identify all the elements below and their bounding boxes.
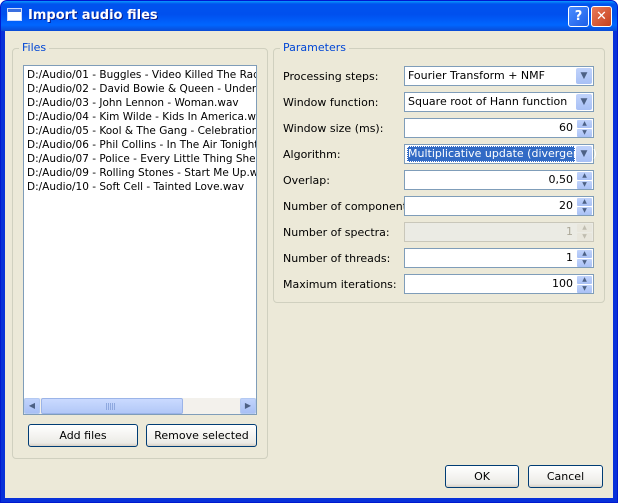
list-item[interactable]: D:/Audio/01 - Buggles - Video Killed The… [27, 68, 256, 82]
overlap-label: Overlap: [283, 174, 330, 187]
chevron-down-icon[interactable]: ▼ [576, 94, 592, 110]
scroll-thumb[interactable] [41, 398, 183, 414]
scroll-left-icon[interactable]: ◀ [24, 398, 40, 414]
list-item[interactable]: D:/Audio/04 - Kim Wilde - Kids In Americ… [27, 110, 256, 124]
overlap-spinbox[interactable]: 0,50 ▲ ▼ [404, 170, 594, 190]
window-size-value: 60 [559, 121, 573, 134]
arrow-down-icon[interactable]: ▼ [577, 129, 592, 137]
arrow-down-icon[interactable]: ▼ [577, 285, 592, 293]
components-value: 20 [559, 199, 573, 212]
list-item[interactable]: D:/Audio/07 - Police - Every Little Thin… [27, 152, 256, 166]
algorithm-value: Multiplicative update (divergence) [407, 146, 597, 162]
threads-spinbox[interactable]: 1 ▲ ▼ [404, 248, 594, 268]
remove-selected-button[interactable]: Remove selected [146, 424, 257, 447]
horizontal-scrollbar[interactable]: ◀ ▶ [24, 398, 256, 414]
chevron-down-icon[interactable]: ▼ [576, 146, 592, 162]
add-files-button[interactable]: Add files [28, 424, 138, 447]
close-button[interactable]: ✕ [591, 6, 612, 27]
cancel-button[interactable]: Cancel [528, 465, 603, 488]
window-icon [7, 8, 22, 21]
window-size-spinbox[interactable]: 60 ▲ ▼ [404, 118, 594, 138]
list-item[interactable]: D:/Audio/03 - John Lennon - Woman.wav [27, 96, 239, 110]
arrow-down-icon[interactable]: ▼ [577, 181, 592, 189]
overlap-value: 0,50 [548, 173, 574, 186]
import-dialog-window: Import audio files ? ✕ Files D:/Audio/01… [0, 0, 618, 503]
arrow-up-icon[interactable]: ▲ [577, 198, 592, 206]
threads-label: Number of threads: [283, 252, 391, 265]
help-button[interactable]: ? [568, 6, 589, 27]
processing-steps-combo[interactable]: Fourier Transform + NMF ▼ [404, 66, 594, 86]
ok-button[interactable]: OK [445, 465, 519, 488]
list-item[interactable]: D:/Audio/05 - Kool & The Gang - Celebrat… [27, 124, 256, 138]
chevron-down-icon[interactable]: ▼ [576, 68, 592, 84]
window-function-value: Square root of Hann function [408, 95, 568, 108]
window-size-label: Window size (ms): [283, 122, 384, 135]
max-iterations-spinbox[interactable]: 100 ▲ ▼ [404, 274, 594, 294]
processing-steps-value: Fourier Transform + NMF [408, 69, 545, 82]
arrow-up-icon[interactable]: ▲ [577, 172, 592, 180]
grip-icon [106, 403, 116, 410]
components-spinbox[interactable]: 20 ▲ ▼ [404, 196, 594, 216]
arrow-up-icon[interactable]: ▲ [577, 250, 592, 258]
arrow-down-icon[interactable]: ▼ [577, 207, 592, 215]
spectra-spinbox: 1 ▲ ▼ [404, 222, 594, 242]
list-item[interactable]: D:/Audio/10 - Soft Cell - Tainted Love.w… [27, 180, 244, 194]
arrow-up-icon: ▲ [577, 224, 592, 232]
list-item[interactable]: D:/Audio/06 - Phil Collins - In The Air … [27, 138, 256, 152]
file-list[interactable]: D:/Audio/01 - Buggles - Video Killed The… [23, 65, 257, 415]
max-iterations-value: 100 [552, 277, 573, 290]
window-function-combo[interactable]: Square root of Hann function ▼ [404, 92, 594, 112]
arrow-down-icon: ▼ [577, 233, 592, 241]
processing-steps-label: Processing steps: [283, 70, 379, 83]
arrow-up-icon[interactable]: ▲ [577, 120, 592, 128]
scroll-right-icon[interactable]: ▶ [240, 398, 256, 414]
window-function-label: Window function: [283, 96, 379, 109]
list-item[interactable]: D:/Audio/09 - Rolling Stones - Start Me … [27, 166, 256, 180]
threads-value: 1 [566, 251, 573, 264]
algorithm-combo[interactable]: Multiplicative update (divergence) ▼ [404, 144, 597, 164]
algorithm-label: Algorithm: [283, 148, 341, 161]
spectra-label: Number of spectra: [283, 226, 390, 239]
arrow-up-icon[interactable]: ▲ [577, 276, 592, 284]
files-group-title: Files [19, 41, 50, 54]
parameters-group-title: Parameters [280, 41, 349, 54]
title-bar[interactable]: Import audio files ? ✕ [1, 1, 617, 31]
list-item[interactable]: D:/Audio/02 - David Bowie & Queen - Unde… [27, 82, 256, 96]
arrow-down-icon[interactable]: ▼ [577, 259, 592, 267]
components-label: Number of components: [283, 200, 417, 213]
max-iterations-label: Maximum iterations: [283, 278, 397, 291]
window-title: Import audio files [28, 8, 158, 23]
spectra-value: 1 [566, 225, 573, 238]
